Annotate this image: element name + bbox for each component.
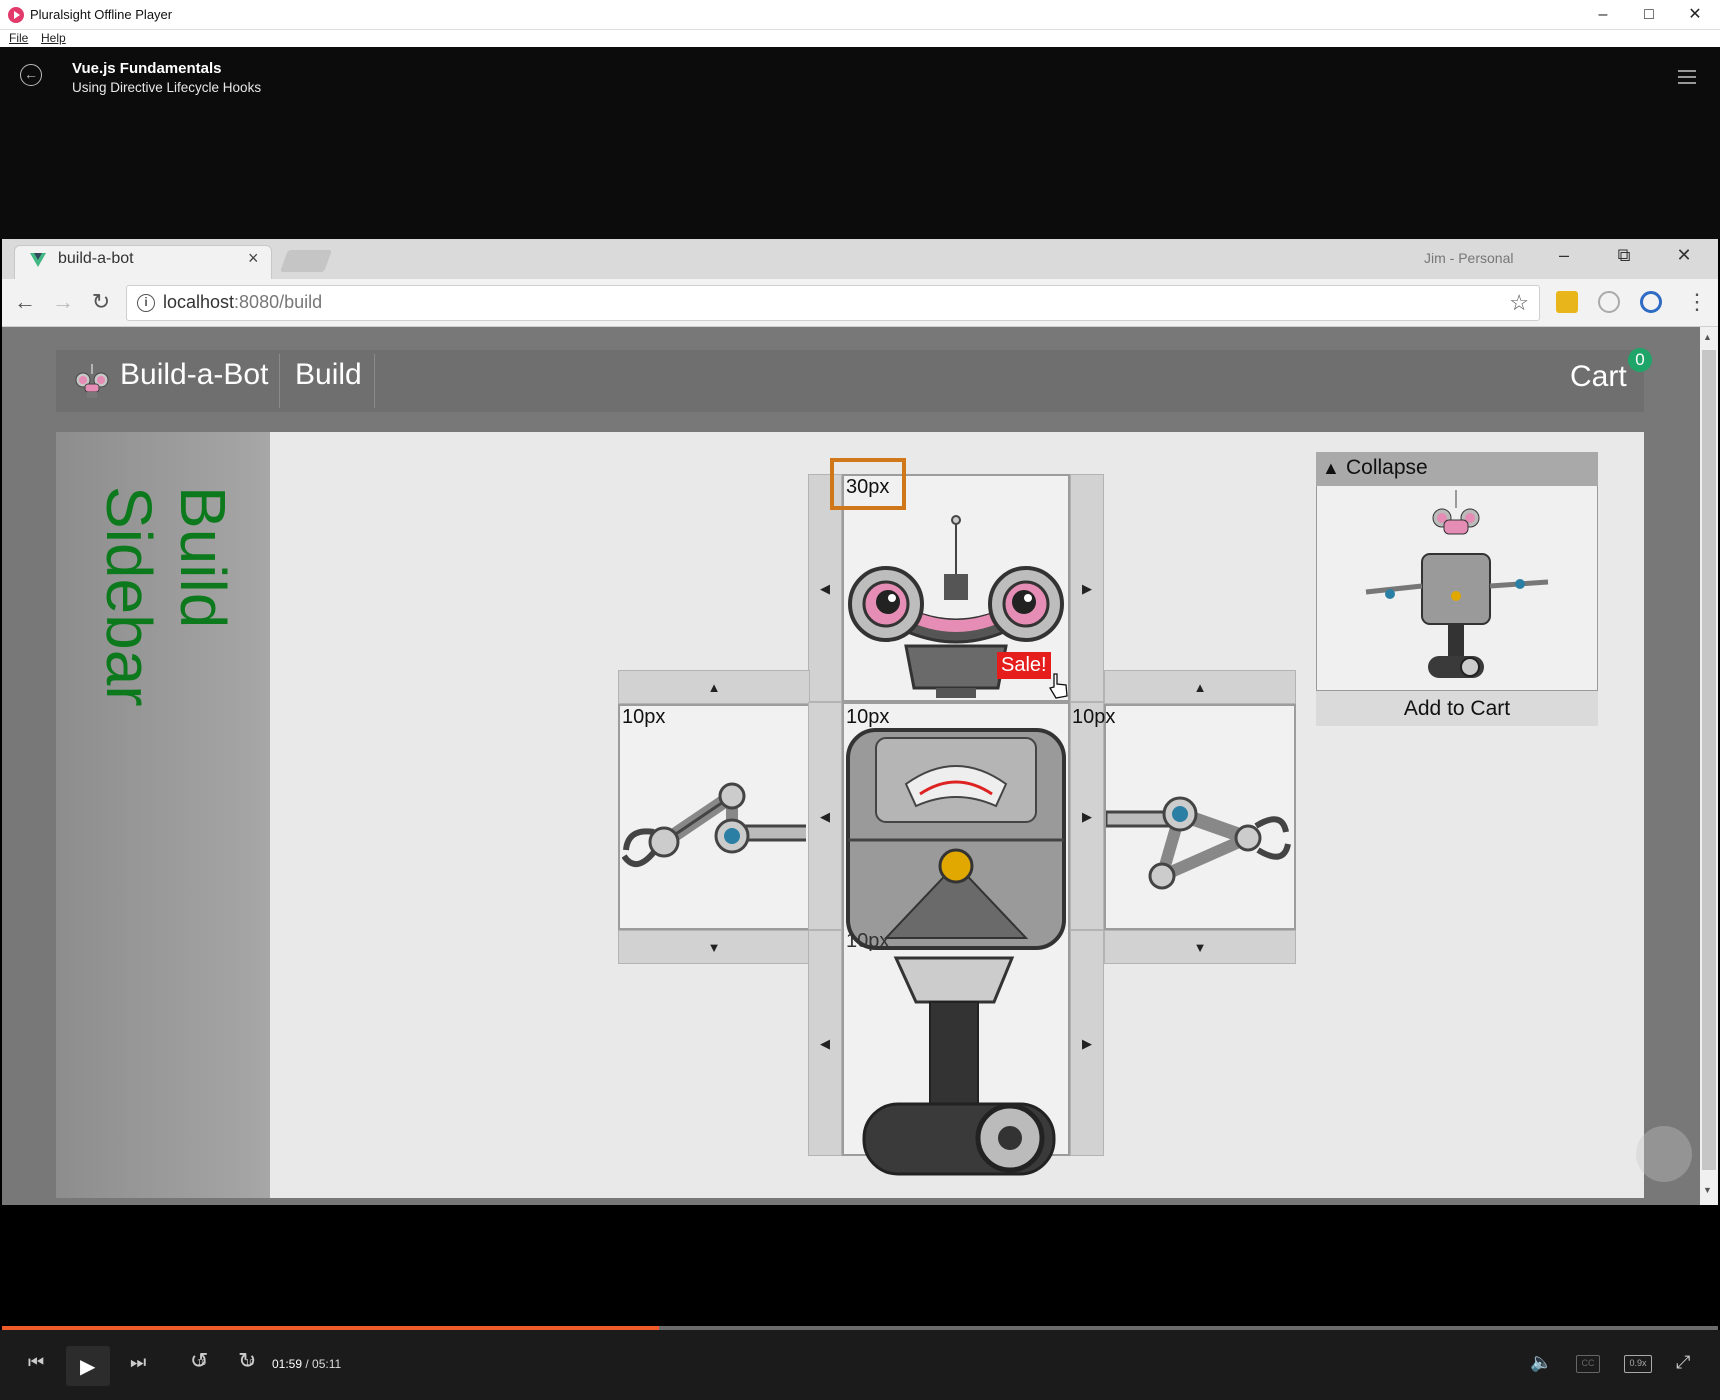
minimize-icon[interactable]: – xyxy=(1580,0,1626,30)
url-text: localhost:8080/build xyxy=(163,292,323,312)
window-titlebar: Pluralsight Offline Player – □ ✕ xyxy=(0,0,1720,30)
base-prev-button[interactable]: ◀ xyxy=(808,930,842,1156)
previous-clip-icon[interactable]: ⏮ xyxy=(28,1352,44,1373)
playback-speed-button[interactable]: 0.9x xyxy=(1624,1355,1652,1373)
nav-build-link[interactable]: Build xyxy=(295,358,362,392)
bookmark-star-icon[interactable]: ☆ xyxy=(1509,290,1529,316)
right-arm-size-label: 10px xyxy=(1072,706,1116,728)
new-tab-button[interactable] xyxy=(279,250,333,272)
torso-size-label: 10px xyxy=(846,706,890,728)
maximize-icon[interactable]: □ xyxy=(1626,0,1672,30)
right-arm-next-button[interactable]: ▼ xyxy=(1104,930,1296,964)
collapse-triangle-icon: ▲ xyxy=(1322,458,1340,478)
browser-restore-icon[interactable]: ⧉ xyxy=(1604,245,1644,266)
menu-bar: File Help xyxy=(0,30,1720,47)
browser-profile-name[interactable]: Jim - Personal xyxy=(1424,250,1513,266)
left-arm-next-button[interactable]: ▼ xyxy=(618,930,810,964)
forward-icon[interactable]: → xyxy=(50,289,76,315)
reload-icon[interactable]: ↻ xyxy=(88,289,114,315)
player-controls xyxy=(0,1330,1720,1400)
extension-icon[interactable] xyxy=(1598,291,1620,313)
brand-link[interactable]: Build-a-Bot xyxy=(120,358,268,392)
time-display: 01:59 / 05:11 xyxy=(272,1357,342,1371)
clip-title: Using Directive Lifecycle Hooks xyxy=(72,80,262,95)
robot-base-image xyxy=(862,956,1056,1176)
base-next-button[interactable]: ▶ xyxy=(1070,930,1104,1156)
right-arm-prev-button[interactable]: ▲ xyxy=(1104,670,1296,704)
fullscreen-icon[interactable]: ⤢ xyxy=(1676,1352,1690,1373)
nav-divider xyxy=(279,354,280,408)
robot-torso-image xyxy=(846,728,1066,950)
extension-icon[interactable] xyxy=(1556,291,1578,313)
closed-captions-button[interactable]: CC xyxy=(1576,1355,1600,1373)
highlight-box xyxy=(830,458,906,510)
menu-file[interactable]: File xyxy=(9,31,28,45)
torso-prev-button[interactable]: ◀ xyxy=(808,702,842,930)
tab-close-icon[interactable]: × xyxy=(248,248,259,269)
play-icon: ▶ xyxy=(80,1356,96,1378)
volume-icon[interactable]: 🔈 xyxy=(1530,1352,1552,1373)
scroll-up-icon[interactable]: ▲ xyxy=(1703,332,1712,342)
collapse-label: Collapse xyxy=(1346,456,1428,479)
vue-logo-icon xyxy=(30,253,46,267)
left-arm-image xyxy=(622,782,806,867)
hamburger-menu-icon[interactable] xyxy=(1678,70,1696,84)
nav-divider xyxy=(374,354,375,408)
window-title: Pluralsight Offline Player xyxy=(30,7,173,22)
browser-tab[interactable] xyxy=(14,245,272,279)
browser-close-icon[interactable]: ✕ xyxy=(1664,245,1704,266)
robot-logo-icon xyxy=(75,364,109,398)
kebab-menu-icon[interactable]: ⋮ xyxy=(1684,289,1710,315)
pluralsight-logo-icon xyxy=(8,7,24,23)
next-clip-icon[interactable]: ⏭ xyxy=(130,1352,146,1373)
info-icon[interactable]: i xyxy=(137,294,155,312)
torso-next-button[interactable]: ▶ xyxy=(1070,702,1104,930)
course-header xyxy=(0,47,1720,239)
top-next-button[interactable]: ▶ xyxy=(1070,474,1104,702)
left-arm-size-label: 10px xyxy=(622,706,666,728)
browser-tab-title: build-a-bot xyxy=(58,250,134,267)
forward-10-label: 10 xyxy=(245,1358,254,1367)
menu-help[interactable]: Help xyxy=(41,31,66,45)
robot-preview-image xyxy=(1365,490,1549,678)
back-icon[interactable]: ← xyxy=(12,289,38,315)
course-title: Vue.js Fundamentals xyxy=(72,60,222,77)
browser-minimize-icon[interactable]: – xyxy=(1544,245,1584,266)
rewind-10-label: 10 xyxy=(197,1358,206,1367)
scroll-down-icon[interactable]: ▼ xyxy=(1703,1185,1712,1195)
cart-count-badge: 0 xyxy=(1628,348,1652,372)
eye-extension-icon[interactable] xyxy=(1640,291,1662,313)
hand-cursor-icon xyxy=(1048,673,1068,699)
sidebar-heading: Build Sidebar xyxy=(93,486,239,707)
base-size-label: 10px xyxy=(846,930,890,952)
scrollbar-thumb[interactable] xyxy=(1702,350,1716,1170)
sale-badge: Sale! xyxy=(997,652,1051,679)
back-arrow-icon[interactable]: ← xyxy=(20,64,42,86)
floating-play-icon[interactable] xyxy=(1636,1126,1692,1182)
right-arm-image xyxy=(1106,796,1291,890)
close-window-icon[interactable]: ✕ xyxy=(1672,0,1718,30)
left-arm-prev-button[interactable]: ▲ xyxy=(618,670,810,704)
add-to-cart-button[interactable]: Add to Cart xyxy=(1316,690,1598,726)
address-bar[interactable]: i localhost:8080/build ☆ xyxy=(126,285,1540,321)
nav-cart-link[interactable]: Cart xyxy=(1570,360,1627,394)
